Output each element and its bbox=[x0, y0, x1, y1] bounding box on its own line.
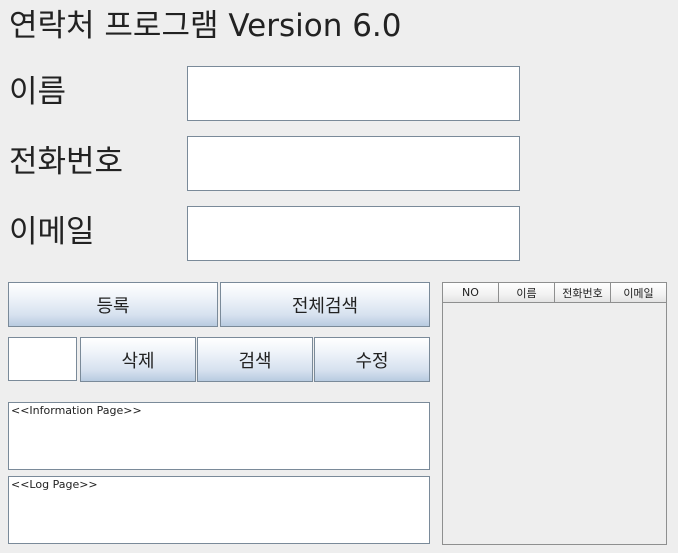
column-header-no[interactable]: NO bbox=[443, 283, 499, 302]
information-page-area[interactable]: <<Information Page>> bbox=[8, 402, 430, 470]
delete-button[interactable]: 삭제 bbox=[80, 337, 196, 382]
register-button[interactable]: 등록 bbox=[8, 282, 218, 327]
log-page-caption: <<Log Page>> bbox=[11, 478, 98, 491]
contacts-table[interactable]: NO 이름 전화번호 이메일 bbox=[442, 282, 667, 545]
phone-label: 전화번호 bbox=[9, 144, 124, 180]
table-body[interactable] bbox=[443, 303, 666, 544]
app-title: 연락처 프로그램 Version 6.0 bbox=[9, 8, 402, 44]
information-page-caption: <<Information Page>> bbox=[11, 404, 142, 417]
email-label: 이메일 bbox=[9, 214, 95, 250]
column-header-phone[interactable]: 전화번호 bbox=[555, 283, 611, 302]
search-button[interactable]: 검색 bbox=[197, 337, 313, 382]
table-header: NO 이름 전화번호 이메일 bbox=[443, 283, 666, 303]
name-input[interactable] bbox=[187, 66, 520, 121]
column-header-name[interactable]: 이름 bbox=[499, 283, 555, 302]
search-all-button[interactable]: 전체검색 bbox=[220, 282, 430, 327]
log-page-area[interactable]: <<Log Page>> bbox=[8, 476, 430, 544]
id-input[interactable] bbox=[8, 337, 77, 381]
name-label: 이름 bbox=[9, 74, 67, 110]
edit-button[interactable]: 수정 bbox=[314, 337, 430, 382]
email-input[interactable] bbox=[187, 206, 520, 261]
column-header-email[interactable]: 이메일 bbox=[611, 283, 666, 302]
phone-input[interactable] bbox=[187, 136, 520, 191]
